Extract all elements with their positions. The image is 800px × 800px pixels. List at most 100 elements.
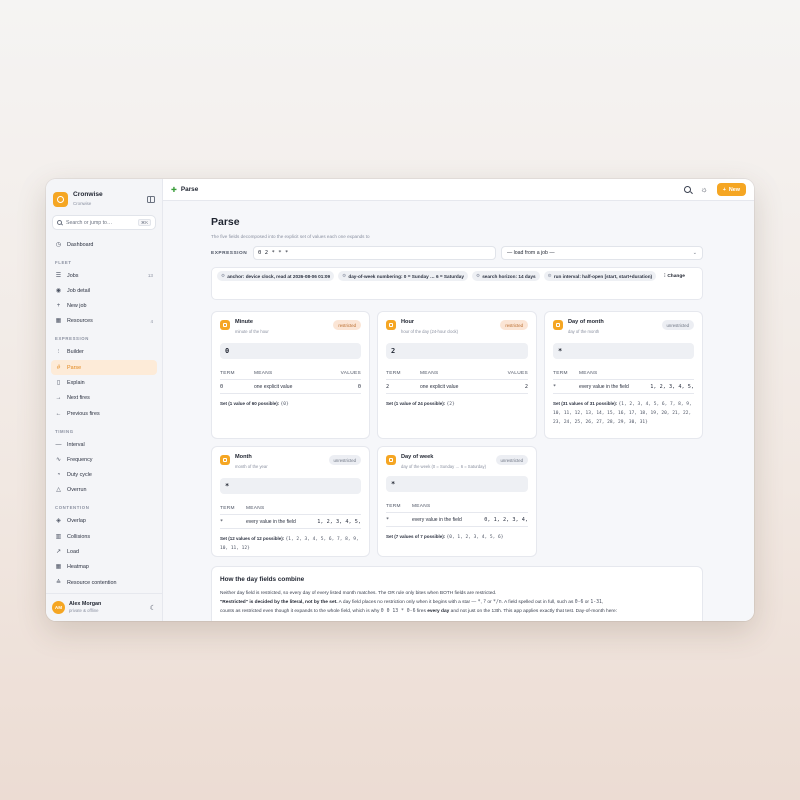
col-values: VALUES	[323, 366, 361, 381]
field-value: *	[386, 475, 528, 492]
sidebar-item-interval[interactable]: — Interval	[51, 437, 157, 452]
expression-input[interactable]: 0 2 * * *	[253, 246, 496, 260]
sidebar-item-jobs[interactable]: ☰ Jobs 13	[51, 268, 157, 283]
set-label: Set (12 values of 12 possible):	[220, 536, 285, 542]
sidebar-item-collisions[interactable]: ▥ Collisions	[51, 529, 157, 544]
col-means: MEANS	[420, 366, 491, 381]
sliders-icon: ⫶	[57, 349, 60, 356]
field-card-day-of-month: Day of month day of the month unrestricted…	[544, 311, 703, 439]
table-row: 2 one explicit value 2	[386, 379, 528, 395]
sidebar-item-parse[interactable]: # Parse	[51, 360, 157, 376]
value-set: Set (12 values of 12 possible): {1, 2, 3…	[220, 535, 361, 552]
cell-means: one explicit value	[420, 379, 491, 395]
clock-logo-icon	[53, 191, 68, 207]
sidebar-item-frequency[interactable]: ∿ Frequency	[51, 452, 157, 467]
section-label-expression: EXPRESSION	[55, 336, 89, 342]
plus-icon: +	[56, 303, 61, 310]
sidebar-item-duty-cycle[interactable]: ◔ Duty cycle	[51, 468, 157, 483]
sidebar: Cronwise Cronwise Search or jump to… ⌘K …	[46, 179, 163, 621]
sidebar-nav: ◷ Dashboard FLEET ☰ Jobs 13 ◉ Job detail + Ne…	[46, 237, 162, 593]
eye-icon: ◉	[55, 287, 62, 294]
table-row: * every value in the field 1, 2, 3, 4, 5,	[553, 379, 694, 395]
user-profile[interactable]: AM Alex Morgan private & offline ☾	[46, 593, 162, 621]
sidebar-item-explain[interactable]: ▯ Explain	[51, 375, 157, 390]
grid-icon: ▦	[55, 318, 62, 325]
col-term: TERM	[386, 499, 412, 514]
table-row: * every value in the field 0, 1, 2, 3, 4,	[386, 512, 528, 528]
sidebar-item-label: Dashboard	[67, 241, 94, 248]
field-icon	[220, 455, 230, 465]
col-means: MEANS	[579, 366, 694, 381]
sidebar-item-load[interactable]: ↗ Load	[51, 545, 157, 560]
field-value: *	[220, 477, 361, 494]
search-input[interactable]: Search or jump to… ⌘K	[52, 215, 156, 230]
explanation-text: ,	[601, 599, 604, 605]
sidebar-item-label: Overlap	[67, 518, 86, 525]
new-button[interactable]: + New	[716, 183, 746, 196]
set-label: Set (7 values of 7 possible):	[386, 534, 446, 540]
chip-text: anchor: device clock, read at 2026-08-06…	[227, 273, 331, 279]
sidebar-item-label: Previous fires	[67, 410, 100, 417]
field-name: Day of month	[568, 319, 604, 325]
top-bar-title: Parse	[180, 186, 199, 193]
settings-icon: ⚙	[221, 273, 226, 278]
sidebar-item-label: Builder	[67, 349, 84, 356]
chip-run-interval: ⚙ run interval: half-open [start, start+d…	[543, 271, 657, 281]
cell-values: 1, 2, 3, 4, 5,	[640, 379, 694, 395]
user-name: Alex Morgan	[69, 600, 102, 607]
sidebar-item-job-detail[interactable]: ◉ Job detail	[51, 283, 157, 298]
page-subtitle: The five fields decomposed into the expl…	[211, 234, 370, 239]
user-status: private & offline	[69, 608, 99, 614]
sidebar-item-label: Next fires	[67, 395, 90, 402]
plus-icon: +	[722, 186, 726, 193]
table-row: 0 one explicit value 0	[220, 379, 361, 395]
change-button[interactable]: ⫶ Change	[660, 271, 689, 281]
sidebar-item-next-fires[interactable]: → Next fires	[51, 391, 157, 406]
settings-icon: ⚙	[547, 273, 552, 278]
chip-text: run interval: half-open [start, start+du…	[553, 273, 653, 279]
sidebar-item-label: New job	[67, 303, 87, 310]
explanation-code: 0 0 13 * 0-6	[380, 608, 416, 614]
explanation-line-1: Neither day field is restricted, so ever…	[220, 591, 497, 596]
sidebar-item-label: Duty cycle	[67, 472, 92, 479]
explanation-title: How the day fields combine	[220, 576, 305, 583]
cell-values: 2	[490, 379, 528, 395]
gauge-icon: ◔	[56, 472, 61, 479]
moon-icon[interactable]: ☾	[150, 604, 156, 612]
field-value: 0	[220, 342, 361, 359]
settings-icon: ⚙	[342, 273, 347, 278]
field-icon	[220, 320, 230, 330]
table-row: * every value in the field 1, 2, 3, 4, 5,	[220, 514, 361, 530]
search-icon	[57, 220, 62, 225]
section-label-contention: CONTENTION	[55, 505, 90, 511]
sidebar-item-builder[interactable]: ⫶ Builder	[51, 345, 157, 360]
field-icon	[553, 320, 563, 330]
sidebar-item-heatmap[interactable]: ▦ Heatmap	[51, 560, 157, 575]
section-label-fleet: FLEET	[55, 259, 72, 265]
sidebar-item-label: Interval	[67, 441, 85, 448]
field-name: Day of week	[401, 454, 434, 460]
field-name: Month	[235, 454, 252, 460]
sidebar-item-overrun[interactable]: △ Overrun	[51, 483, 157, 498]
book-icon: ▯	[56, 379, 61, 386]
sidebar-item-dashboard[interactable]: ◷ Dashboard	[51, 237, 157, 252]
sidebar-item-overlap[interactable]: ◈ Overlap	[51, 514, 157, 529]
collapse-sidebar-icon[interactable]	[147, 195, 155, 203]
sun-icon[interactable]: ☼	[700, 185, 707, 194]
sidebar-item-new-job[interactable]: + New job	[51, 299, 157, 314]
brand: Cronwise Cronwise	[46, 179, 162, 211]
search-icon[interactable]	[684, 186, 692, 193]
sidebar-item-resources[interactable]: ▦ Resources 4	[51, 314, 157, 329]
job-select[interactable]: — load from a job — ⌄	[501, 246, 703, 260]
sidebar-item-resource-contention[interactable]: ≙ Resource contention	[51, 575, 157, 590]
section-label-timing: TIMING	[55, 428, 74, 434]
sidebar-item-previous-fires[interactable]: ← Previous fires	[51, 406, 157, 421]
search-placeholder: Search or jump to…	[66, 219, 113, 226]
cell-term: *	[386, 512, 412, 528]
puzzle-icon: ✚	[171, 186, 177, 194]
hash-icon: #	[56, 364, 61, 371]
chip-dow-numbering: ⚙ day-of-week numbering: 0 = Sunday … 6 =…	[338, 271, 468, 281]
set-label: Set (1 value of 24 possible):	[386, 401, 446, 407]
terms-table: TERM MEANS VALUES 2 one explicit value 2	[386, 366, 528, 395]
explanation-code: */n	[492, 599, 502, 605]
